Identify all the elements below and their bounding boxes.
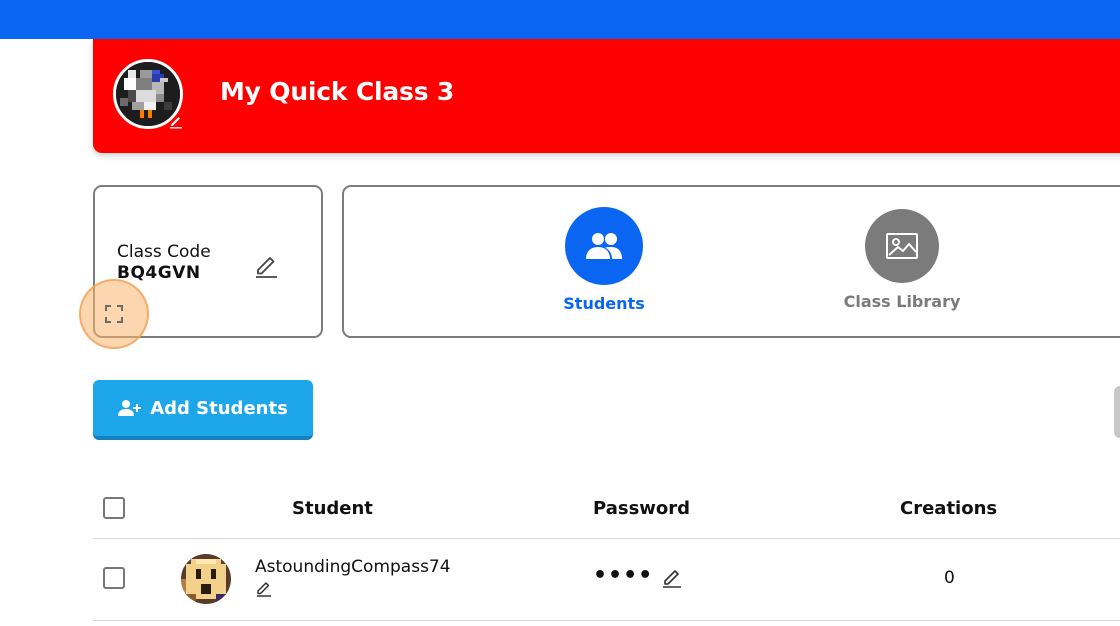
class-code-card: Class Code BQ4GVN: [79, 185, 323, 349]
users-icon: [565, 207, 643, 285]
select-all-checkbox[interactable]: [103, 497, 125, 519]
class-header-banner: My Quick Class 3: [93, 39, 1120, 153]
row-select-checkbox[interactable]: [103, 567, 125, 589]
class-code-value: BQ4GVN: [117, 263, 201, 283]
add-user-icon: [118, 400, 142, 416]
creations-count: 0: [944, 568, 955, 588]
tab-students-label: Students: [563, 294, 645, 313]
tab-class-library-label: Class Library: [843, 292, 961, 311]
table-row[interactable]: AstoundingCompass74 •••• 0: [93, 539, 1120, 621]
expand-icon[interactable]: [79, 279, 149, 349]
class-tabs-card: Students Class Library: [342, 185, 1120, 338]
column-header-creations[interactable]: Creations: [900, 498, 997, 519]
side-panel-handle[interactable]: [1114, 386, 1120, 438]
student-name-edit-icon[interactable]: [255, 579, 273, 597]
students-table-header: Student Password Creations: [93, 490, 1120, 539]
add-students-button[interactable]: Add Students: [93, 380, 313, 440]
column-header-password[interactable]: Password: [593, 498, 690, 519]
top-navigation-bar: [0, 0, 1120, 39]
password-edit-icon[interactable]: [661, 566, 683, 588]
column-header-student[interactable]: Student: [292, 498, 373, 519]
class-code-label: Class Code: [117, 242, 211, 262]
tab-class-library[interactable]: Class Library: [822, 207, 982, 327]
student-name: AstoundingCompass74: [255, 557, 451, 577]
add-students-label: Add Students: [150, 397, 288, 419]
student-avatar: [181, 554, 231, 604]
image-icon: [865, 209, 939, 283]
class-code-edit-icon[interactable]: [253, 251, 279, 279]
class-title: My Quick Class 3: [220, 77, 455, 106]
avatar-edit-icon[interactable]: [167, 113, 185, 131]
password-masked: ••••: [593, 563, 654, 588]
tab-students[interactable]: Students: [524, 207, 684, 327]
pixel-ghost-avatar-icon: [181, 554, 231, 604]
